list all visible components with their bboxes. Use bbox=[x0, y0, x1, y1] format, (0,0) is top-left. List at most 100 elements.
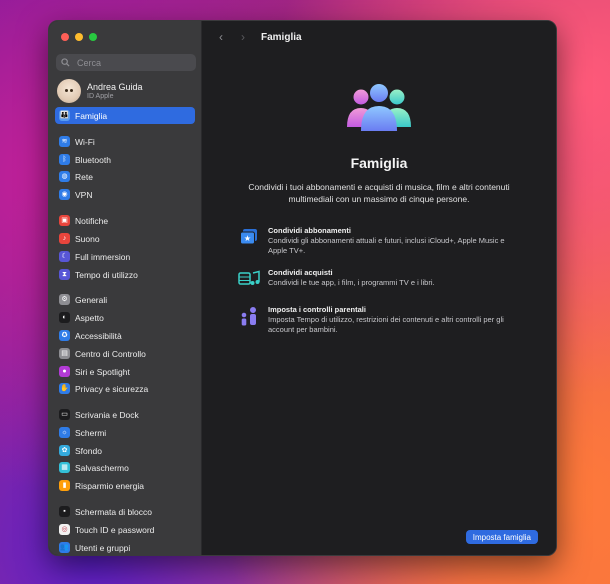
main-content: ‹ › Famiglia Famiglia Condividi i tuoi a… bbox=[202, 21, 556, 555]
sidebar-item-label: Famiglia bbox=[75, 110, 108, 121]
sidebar-item-label: Privacy e sicurezza bbox=[75, 383, 149, 394]
sidebar-item-utenti-e-gruppi[interactable]: 👥 Utenti e gruppi bbox=[55, 539, 195, 555]
sidebar-item-label: Siri e Spotlight bbox=[75, 366, 130, 377]
minimize-window-button[interactable] bbox=[75, 33, 83, 41]
avatar bbox=[57, 79, 81, 103]
wallpaper-icon: ✿ bbox=[59, 445, 70, 456]
sidebar-item-centro-di-controllo[interactable]: ▤ Centro di Controllo bbox=[55, 345, 195, 362]
feature-text: Condividi le tue app, i film, i programm… bbox=[268, 278, 435, 287]
accessibility-icon: ✪ bbox=[59, 330, 70, 341]
sidebar-item-famiglia[interactable]: 👪 Famiglia bbox=[55, 107, 195, 124]
sidebar-item-label: Salvaschermo bbox=[75, 462, 129, 473]
forward-button[interactable]: › bbox=[237, 30, 249, 44]
desktop-dock-icon: ▭ bbox=[59, 409, 70, 420]
sidebar-item-scrivania-e-dock[interactable]: ▭ Scrivania e Dock bbox=[55, 406, 195, 423]
sidebar-item-label: Suono bbox=[75, 233, 100, 244]
sidebar-item-label: Wi-Fi bbox=[75, 136, 95, 147]
page-description: Condividi i tuoi abbonamenti e acquisti … bbox=[248, 182, 510, 204]
search-placeholder: Cerca bbox=[77, 57, 102, 68]
sidebar-item-label: Centro di Controllo bbox=[75, 348, 146, 359]
subscriptions-icon: ★ bbox=[238, 226, 260, 248]
sidebar-item-label: Utenti e gruppi bbox=[75, 542, 131, 553]
users-icon: 👥 bbox=[59, 542, 70, 553]
sidebar-item-schermi[interactable]: ☼ Schermi bbox=[55, 424, 195, 441]
siri-icon: ● bbox=[59, 366, 70, 377]
sidebar-item-label: Rete bbox=[75, 171, 93, 182]
sidebar-item-label: Generali bbox=[75, 294, 108, 305]
window-controls bbox=[61, 33, 97, 41]
control-center-icon: ▤ bbox=[59, 348, 70, 359]
sidebar-item-label: Scrivania e Dock bbox=[75, 409, 139, 420]
search-icon bbox=[61, 57, 73, 69]
appearance-icon: ◐ bbox=[59, 312, 70, 323]
sidebar-item-label: Risparmio energia bbox=[75, 480, 144, 491]
profile-name: Andrea Guida bbox=[87, 82, 143, 92]
back-button[interactable]: ‹ bbox=[215, 30, 227, 44]
close-window-button[interactable] bbox=[61, 33, 69, 41]
sidebar-item-label: VPN bbox=[75, 189, 93, 200]
parental-controls-icon bbox=[238, 305, 260, 327]
wifi-icon: ≋ bbox=[59, 136, 70, 147]
family-icon: 👪 bbox=[59, 110, 70, 121]
sidebar-item-risparmio-energia[interactable]: ▮ Risparmio energia bbox=[55, 477, 195, 494]
zoom-window-button[interactable] bbox=[89, 33, 97, 41]
network-icon: ◍ bbox=[59, 171, 70, 182]
screen-time-icon: ⧗ bbox=[59, 269, 70, 280]
setup-family-button[interactable]: Imposta famiglia bbox=[465, 530, 538, 544]
purchases-icon bbox=[238, 268, 260, 290]
sidebar-item-label: Sfondo bbox=[75, 445, 102, 456]
sidebar-item-label: Aspetto bbox=[75, 312, 104, 323]
sidebar-item-tempo-di-utilizzo[interactable]: ⧗ Tempo di utilizzo bbox=[55, 266, 195, 283]
privacy-icon: ✋ bbox=[59, 383, 70, 394]
sidebar-item-label: Schermata di blocco bbox=[75, 506, 153, 517]
sidebar-item-label: Tempo di utilizzo bbox=[75, 269, 138, 280]
vpn-icon: ◉ bbox=[59, 189, 70, 200]
sidebar-item-wi-fi[interactable]: ≋ Wi-Fi bbox=[55, 133, 195, 150]
family-hero-icon bbox=[202, 83, 556, 133]
screensaver-icon: ▦ bbox=[59, 462, 70, 473]
general-icon: ⚙ bbox=[59, 294, 70, 305]
sidebar-item-vpn[interactable]: ◉ VPN bbox=[55, 186, 195, 203]
sidebar-item-bluetooth[interactable]: ᛒ Bluetooth bbox=[55, 151, 195, 168]
energy-icon: ▮ bbox=[59, 480, 70, 491]
sidebar-item-label: Notifiche bbox=[75, 215, 109, 226]
sidebar-item-aspetto[interactable]: ◐ Aspetto bbox=[55, 309, 195, 326]
sidebar-item-accessibilit[interactable]: ✪ Accessibilità bbox=[55, 327, 195, 344]
sidebar-item-label: Touch ID e password bbox=[75, 524, 155, 535]
sidebar-item-siri-e-spotlight[interactable]: ● Siri e Spotlight bbox=[55, 363, 195, 380]
sidebar-item-label: Accessibilità bbox=[75, 330, 122, 341]
feature-title: Condividi abbonamenti bbox=[268, 226, 351, 235]
sidebar-item-touch-id-e-password[interactable]: ◎ Touch ID e password bbox=[55, 521, 195, 538]
sidebar-item-salvaschermo[interactable]: ▦ Salvaschermo bbox=[55, 459, 195, 476]
sidebar-item-privacy-e-sicurezza[interactable]: ✋ Privacy e sicurezza bbox=[55, 380, 195, 397]
sidebar-item-label: Full immersion bbox=[75, 251, 131, 262]
sidebar-item-suono[interactable]: ♪ Suono bbox=[55, 230, 195, 247]
toolbar-title: Famiglia bbox=[261, 31, 302, 43]
focus-icon: ☾ bbox=[59, 251, 70, 262]
sidebar-item-generali[interactable]: ⚙ Generali bbox=[55, 291, 195, 308]
sidebar-item-schermata-di-blocco[interactable]: ▪ Schermata di blocco bbox=[55, 503, 195, 520]
apple-id-profile[interactable]: Andrea Guida ID Apple bbox=[57, 79, 143, 103]
feature-text: Imposta Tempo di utilizzo, restrizioni d… bbox=[268, 315, 504, 334]
sound-icon: ♪ bbox=[59, 233, 70, 244]
svg-text:★: ★ bbox=[244, 234, 251, 243]
feature-title: Condividi acquisti bbox=[268, 268, 333, 277]
feature-text: Condividi gli abbonamenti attuali e futu… bbox=[268, 236, 505, 255]
sidebar: Cerca Andrea Guida ID Apple 👪 Famiglia ≋ Wi… bbox=[49, 21, 202, 555]
page-heading: Famiglia bbox=[350, 155, 408, 171]
feature-share-purchases: Condividi acquisti Condividi le tue app,… bbox=[238, 268, 516, 290]
feature-share-subscriptions: ★ Condividi abbonamenti Condividi gli ab… bbox=[238, 226, 516, 255]
touch-id-icon: ◎ bbox=[59, 524, 70, 535]
feature-parental-controls: Imposta i controlli parentali Imposta Te… bbox=[238, 305, 516, 334]
lock-screen-icon: ▪ bbox=[59, 506, 70, 517]
settings-window: Cerca Andrea Guida ID Apple 👪 Famiglia ≋ Wi… bbox=[48, 20, 557, 556]
sidebar-item-full-immersion[interactable]: ☾ Full immersion bbox=[55, 248, 195, 265]
sidebar-item-label: Schermi bbox=[75, 427, 107, 438]
displays-icon: ☼ bbox=[59, 427, 70, 438]
notifications-icon: ▣ bbox=[59, 215, 70, 226]
sidebar-item-notifiche[interactable]: ▣ Notifiche bbox=[55, 212, 195, 229]
sidebar-item-sfondo[interactable]: ✿ Sfondo bbox=[55, 442, 195, 459]
feature-title: Imposta i controlli parentali bbox=[268, 305, 366, 314]
sidebar-item-rete[interactable]: ◍ Rete bbox=[55, 168, 195, 185]
search-field[interactable]: Cerca bbox=[56, 54, 196, 71]
